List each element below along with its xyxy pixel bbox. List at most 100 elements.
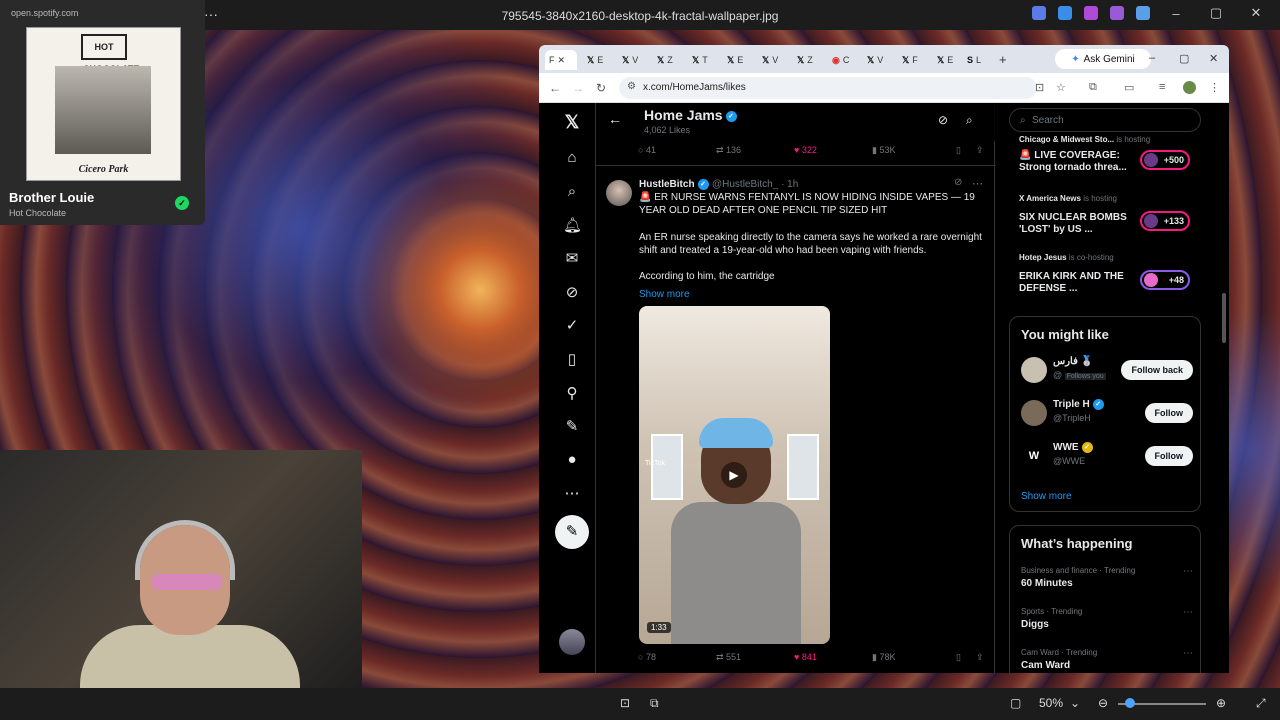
url-text[interactable]: x.com/HomeJams/likes	[643, 82, 746, 93]
trend-more-icon[interactable]: ⋯	[1183, 566, 1193, 577]
articles-icon[interactable]: ✎	[563, 418, 581, 436]
trend-more-icon[interactable]: ⋯	[1183, 607, 1193, 618]
wwe-logo-icon[interactable]: W	[1021, 443, 1047, 469]
suggestion-name[interactable]: Triple H ✓	[1053, 399, 1104, 410]
maximize-icon[interactable]: ▢	[1179, 52, 1189, 65]
suggestion-row[interactable]: W WWE ✓ @WWE Follow	[1021, 441, 1193, 471]
explore-icon[interactable]: ⌕	[563, 183, 581, 201]
home-icon[interactable]: ⌂	[563, 149, 581, 167]
grok-icon[interactable]: ⊘	[954, 177, 962, 188]
crop-icon[interactable]: ⊡	[620, 696, 630, 710]
site-info-icon[interactable]: ⚙	[627, 81, 636, 92]
zoom-in-icon[interactable]: ⊕	[1216, 696, 1226, 710]
close-icon[interactable]: ✕	[1209, 52, 1218, 65]
like-button[interactable]: ♥ 841	[794, 652, 817, 662]
live-listeners-pill[interactable]: +500	[1140, 150, 1190, 170]
reply-button[interactable]: ○ 41	[638, 145, 656, 155]
post-more-icon[interactable]: ⋯	[972, 177, 983, 190]
verified-orgs-icon[interactable]: ✓	[563, 317, 581, 335]
browser-tab[interactable]: 𝕏V	[758, 50, 788, 70]
zoom-out-icon[interactable]: ⊖	[1098, 696, 1108, 710]
fullscreen-icon[interactable]: ⤢	[1256, 696, 1266, 711]
x-logo-icon[interactable]: 𝕏	[563, 113, 581, 131]
like-button[interactable]: ♥ 322	[794, 145, 817, 155]
back-arrow-icon[interactable]: ←	[608, 111, 622, 127]
video-player[interactable]: TikTok ▶ 1:33	[639, 306, 830, 644]
views-button[interactable]: ▮ 78K	[872, 652, 895, 663]
close-icon[interactable]: ✕	[1242, 5, 1270, 21]
show-more-link[interactable]: Show more	[639, 289, 690, 300]
edit-icon[interactable]	[1058, 6, 1072, 20]
bookmarks-icon[interactable]: ▯	[563, 351, 581, 369]
profile-avatar-icon[interactable]	[1183, 81, 1196, 94]
account-avatar[interactable]	[559, 629, 585, 655]
text-recognition-icon[interactable]: ⧉	[650, 696, 659, 711]
tab-active[interactable]: F ✕	[545, 50, 577, 70]
extensions-icon[interactable]: ⧉	[1089, 81, 1097, 94]
reload-icon[interactable]: ↻	[596, 81, 606, 95]
fit-window-icon[interactable]: ▢	[1010, 696, 1021, 710]
saved-check-icon[interactable]: ✓	[175, 196, 189, 210]
minimize-icon[interactable]: –	[1162, 6, 1190, 21]
cloud-icon[interactable]	[1136, 6, 1150, 20]
grok-icon[interactable]: ⊘	[938, 113, 948, 127]
browser-tab[interactable]: 𝕏T	[688, 50, 718, 70]
browser-tab[interactable]: 𝕏Z	[653, 50, 683, 70]
zoom-dropdown-icon[interactable]: ⌄	[1070, 696, 1080, 710]
browser-tab[interactable]: 𝕏F	[898, 50, 928, 70]
author-handle[interactable]: @HustleBitch_ · 1h	[712, 179, 798, 190]
jobs-icon[interactable]: ⚲	[563, 385, 581, 403]
follow-button[interactable]: Follow	[1144, 446, 1193, 466]
media-icon[interactable]: ≡	[1159, 81, 1165, 93]
zoom-level[interactable]: 50%	[1039, 696, 1063, 710]
copilot-icon[interactable]	[1032, 6, 1046, 20]
repost-button[interactable]: ⇄ 136	[716, 145, 741, 156]
search-input[interactable]: ⌕ Search	[1009, 108, 1201, 132]
follow-back-button[interactable]: Follow back	[1121, 360, 1193, 380]
install-app-icon[interactable]: ⊡	[1035, 81, 1044, 94]
suggestion-avatar[interactable]	[1021, 357, 1047, 383]
repost-button[interactable]: ⇄ 551	[716, 652, 741, 663]
bookmark-icon[interactable]: ▯	[956, 145, 961, 156]
share-icon[interactable]: ⇪	[976, 652, 984, 663]
back-icon[interactable]: ←	[549, 81, 561, 95]
play-icon[interactable]: ▶	[721, 462, 747, 488]
notifications-icon[interactable]: 🔔︎	[563, 217, 582, 235]
suggestion-row[interactable]: فارس 🥈 @ Follows you Follow back	[1021, 355, 1193, 385]
bookmark-star-icon[interactable]: ☆	[1056, 81, 1066, 94]
sidebar-icon[interactable]: ▭	[1124, 81, 1134, 94]
live-listeners-pill[interactable]: +48	[1140, 270, 1190, 290]
live-listeners-pill[interactable]: +133	[1140, 211, 1190, 231]
gallery-icon[interactable]	[1110, 6, 1124, 20]
forward-icon[interactable]: →	[572, 81, 584, 95]
scrollbar[interactable]	[1222, 293, 1226, 343]
bookmark-icon[interactable]: ▯	[956, 652, 961, 663]
messages-icon[interactable]: ✉	[563, 250, 581, 268]
profile-icon[interactable]: ●	[563, 451, 581, 469]
author-name[interactable]: HustleBitch ✓	[639, 179, 709, 190]
views-button[interactable]: ▮ 53K	[872, 145, 895, 156]
grok-icon[interactable]: ⊘	[563, 284, 581, 302]
browser-tab[interactable]: ◉ C	[828, 50, 858, 70]
browser-tab[interactable]: 𝕏Z	[793, 50, 823, 70]
trend-more-icon[interactable]: ⋯	[1183, 648, 1193, 659]
menu-icon[interactable]: ⋮	[1209, 81, 1220, 94]
search-icon[interactable]: ⌕	[966, 113, 973, 128]
suggestion-name[interactable]: فارس 🥈	[1053, 356, 1093, 367]
suggestion-name[interactable]: WWE ✓	[1053, 442, 1093, 453]
paint-icon[interactable]	[1084, 6, 1098, 20]
maximize-icon[interactable]: ▢	[1202, 5, 1230, 21]
reply-button[interactable]: ○ 78	[638, 652, 656, 662]
minimize-icon[interactable]: –	[1149, 52, 1155, 64]
show-more-link[interactable]: Show more	[1021, 491, 1072, 502]
browser-tab[interactable]: 𝕏E	[723, 50, 753, 70]
more-icon[interactable]: ⋯	[563, 485, 581, 503]
share-icon[interactable]: ⇪	[976, 145, 984, 156]
ask-gemini-button[interactable]: ✦ Ask Gemini	[1055, 49, 1151, 69]
browser-tab[interactable]: 𝕏E	[583, 50, 613, 70]
omnibox[interactable]: ⚙ x.com/HomeJams/likes	[619, 77, 1037, 99]
tab-close-icon[interactable]: ✕	[558, 55, 566, 66]
browser-tab[interactable]: 𝕏V	[618, 50, 648, 70]
post-compose-button[interactable]: ✎	[555, 515, 589, 549]
zoom-slider-handle[interactable]	[1125, 698, 1135, 708]
